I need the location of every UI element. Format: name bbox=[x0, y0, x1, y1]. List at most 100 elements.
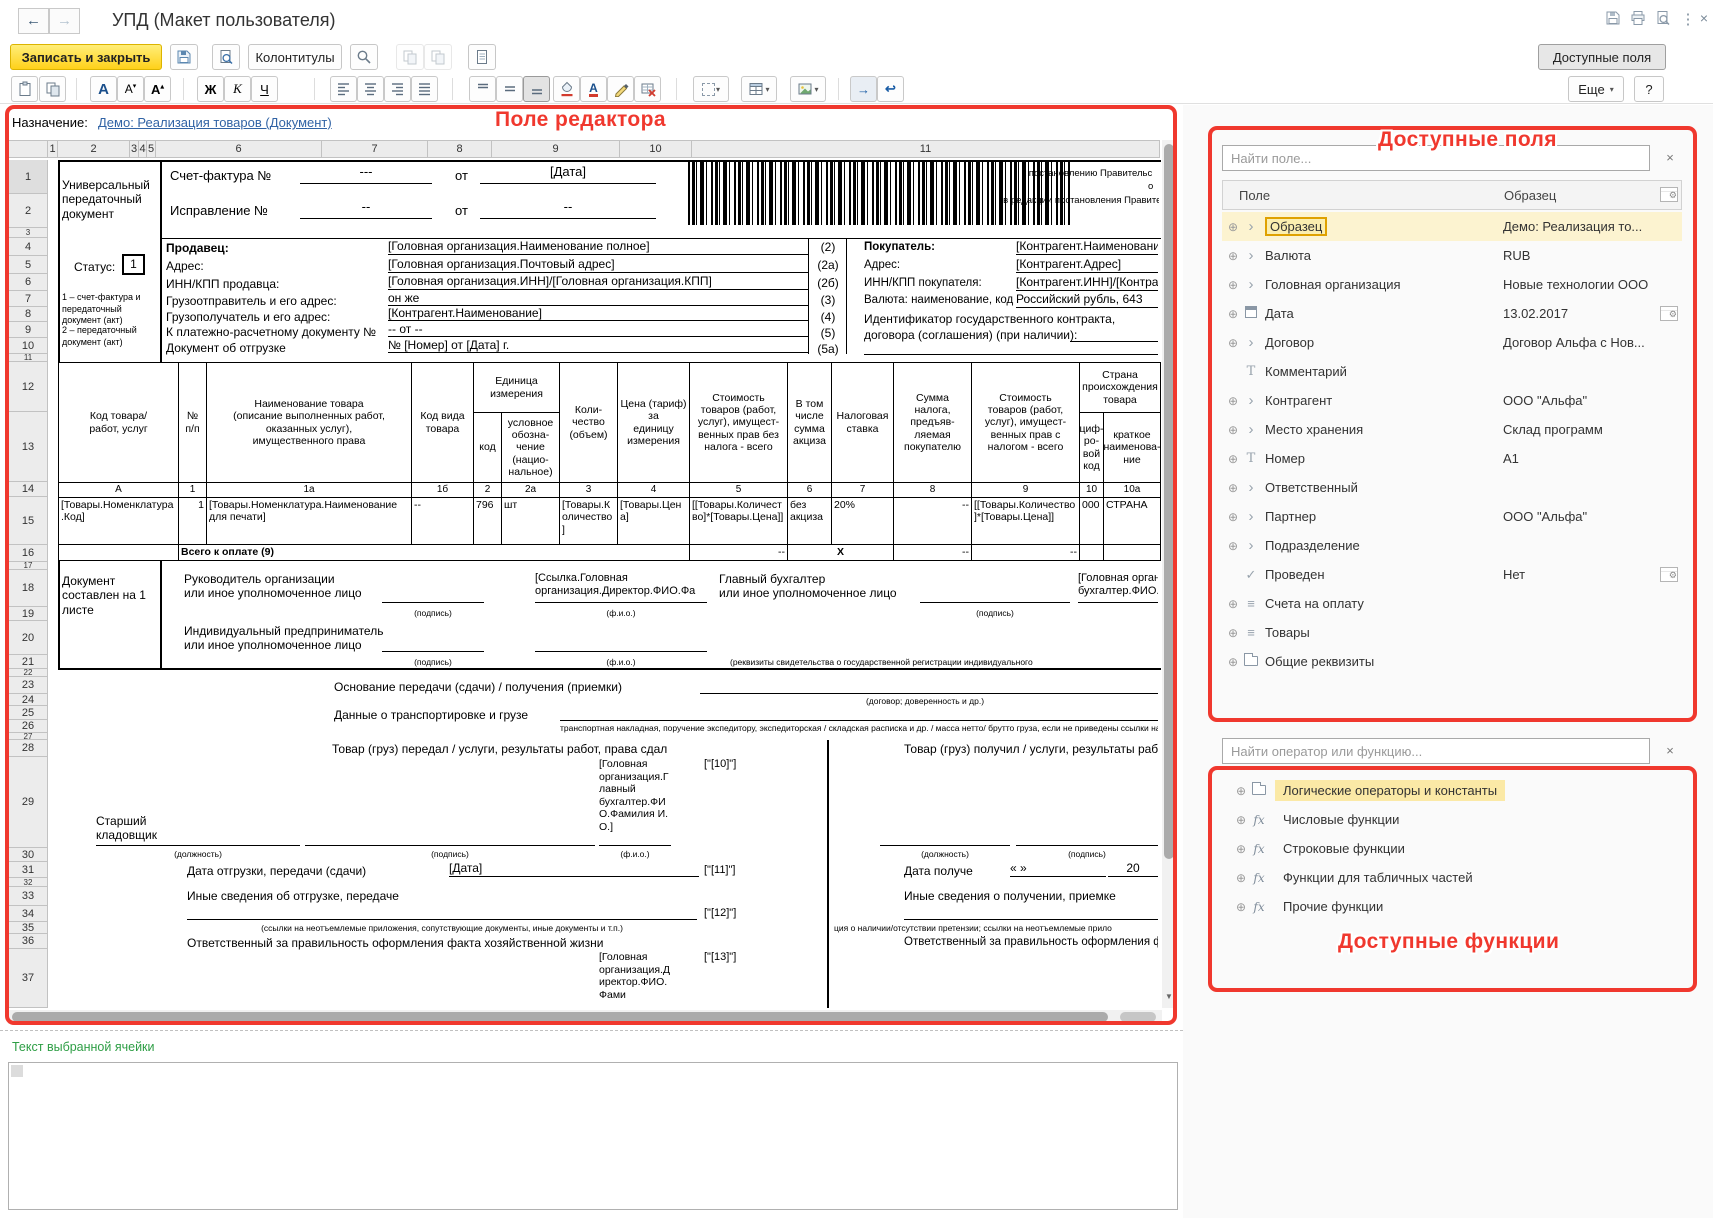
cargo-label[interactable]: Данные о транспортировке и грузе bbox=[334, 708, 528, 722]
expand-icon[interactable]: ⊕ bbox=[1228, 249, 1243, 263]
field-row-14[interactable]: ⊕≡Товары bbox=[1222, 618, 1682, 647]
italic-button[interactable]: К bbox=[224, 76, 251, 102]
fio-hint[interactable]: (ф.и.о.) bbox=[535, 657, 707, 667]
ship-date-value[interactable]: [Дата] bbox=[449, 861, 699, 877]
expand-icon[interactable]: ⊕ bbox=[1228, 452, 1243, 466]
goods-data-cell[interactable]: 20% bbox=[832, 498, 894, 545]
buyer-code[interactable]: (5) bbox=[810, 326, 846, 340]
row-header-27[interactable]: 27 bbox=[8, 733, 48, 740]
buyer-code[interactable]: (2а) bbox=[810, 258, 846, 272]
upd-title-cell[interactable]: Универсальный передаточный документ bbox=[62, 178, 158, 221]
column-header-6[interactable]: 6 bbox=[156, 140, 322, 158]
goods-data-cell[interactable]: [[Товары.Количество]*[Товары.Цена]] bbox=[690, 498, 788, 545]
decree-text-block[interactable]: к постановлению Правительс о (в редакции… bbox=[1000, 162, 1159, 212]
basis-label[interactable]: Основание передачи (сдачи) / получения (… bbox=[334, 680, 622, 694]
goods-data-cell[interactable]: [Товары.Цена] bbox=[618, 498, 690, 545]
available-fields-toggle[interactable]: Доступные поля bbox=[1538, 44, 1666, 70]
text-color-button[interactable]: А bbox=[580, 76, 607, 102]
find-button[interactable] bbox=[350, 44, 378, 70]
clear-search-icon[interactable]: × bbox=[1662, 743, 1678, 759]
buyer-row-label[interactable]: ИНН/КПП покупателя: bbox=[864, 277, 982, 291]
expand-icon[interactable]: ⊕ bbox=[1228, 510, 1243, 524]
window-preview-button[interactable] bbox=[1655, 10, 1677, 30]
code-13[interactable]: ["[13]"] bbox=[704, 951, 736, 964]
goods-data-cell[interactable]: [Товары.Количество] bbox=[560, 498, 618, 545]
seller-row-label[interactable]: Грузополучатель и его адрес: bbox=[166, 310, 330, 324]
save-close-button[interactable]: Записать и закрыть bbox=[10, 44, 162, 70]
row-header-18[interactable]: 18 bbox=[8, 570, 48, 607]
field-row-2[interactable]: ⊕›Головная организацияНовые технологии О… bbox=[1222, 270, 1682, 299]
text-wrap-button[interactable]: ↩ bbox=[877, 76, 904, 102]
goods-index-cell[interactable]: 10а bbox=[1104, 483, 1161, 498]
row-header-37[interactable]: 37 bbox=[8, 949, 48, 1008]
goods-index-cell[interactable]: 4 bbox=[618, 483, 690, 498]
buyer-row-label[interactable]: Валюта: наименование, код bbox=[864, 294, 1013, 308]
fill-color-button[interactable] bbox=[553, 76, 580, 102]
clear-format-button[interactable] bbox=[634, 76, 661, 102]
function-search-input[interactable]: Найти оператор или функцию... bbox=[1222, 738, 1650, 764]
row-header-12[interactable]: 12 bbox=[8, 362, 48, 412]
clear-search-icon[interactable]: × bbox=[1662, 150, 1678, 166]
contract-underline[interactable] bbox=[1070, 326, 1158, 342]
row-header-16[interactable]: 16 bbox=[8, 545, 48, 562]
entrepreneur-sign-cell[interactable] bbox=[382, 624, 484, 652]
goods-data-cell[interactable]: СТРАНА bbox=[1104, 498, 1161, 545]
assignment-link[interactable]: Демо: Реализация товаров (Документ) bbox=[98, 115, 332, 131]
copy-style-button[interactable] bbox=[39, 76, 66, 102]
row-header-7[interactable]: 7 bbox=[8, 291, 48, 307]
forward-button[interactable]: → bbox=[49, 8, 80, 34]
buyer-code[interactable]: (4) bbox=[810, 310, 846, 324]
received-title[interactable]: Товар (груз) получил / услуги, результат… bbox=[904, 742, 1158, 756]
goods-index-cell[interactable]: 2а bbox=[502, 483, 560, 498]
expand-icon[interactable]: ⊕ bbox=[1236, 842, 1251, 856]
goods-data-cell[interactable]: [[Товары.Количество]*[Товары.Цена]] bbox=[972, 498, 1080, 545]
accountant-name-cell[interactable]: [Головная орган бухгалтер.ФИО. bbox=[1078, 572, 1158, 603]
field-row-3[interactable]: ⊕Дата13.02.2017⚙ bbox=[1222, 299, 1682, 328]
row-header-22[interactable]: 22 bbox=[8, 669, 48, 677]
other-ship-underline[interactable] bbox=[187, 905, 697, 920]
goods-header-kind[interactable]: Код вида товара bbox=[412, 363, 474, 483]
code-10[interactable]: ["[10]"] bbox=[704, 758, 736, 771]
goods-index-cell[interactable]: 9 bbox=[972, 483, 1080, 498]
expand-icon[interactable]: ⊕ bbox=[1228, 423, 1243, 437]
other-ship-label[interactable]: Иные сведения об отгрузке, передаче bbox=[187, 889, 399, 903]
valign-center-button[interactable] bbox=[496, 76, 523, 102]
row-header-31[interactable]: 31 bbox=[8, 862, 48, 878]
status-label[interactable]: Статус: bbox=[74, 260, 115, 274]
font-decrease-button[interactable]: А▾ bbox=[117, 76, 144, 102]
goods-data-cell[interactable]: без акциза bbox=[788, 498, 832, 545]
buyer-row-value[interactable]: [Контрагент.ИНН]/[Контрагент.КПП] bbox=[1016, 274, 1158, 291]
resp-recv-label[interactable]: Ответственный за правильность оформления… bbox=[904, 936, 1158, 950]
back-button[interactable]: ← bbox=[18, 8, 49, 34]
other-recv-label[interactable]: Иные сведения о получении, приемке bbox=[904, 889, 1116, 903]
copy-fragment-button[interactable] bbox=[396, 44, 424, 70]
picture-dropdown[interactable]: ▾ bbox=[790, 76, 826, 102]
buyer-row-label[interactable]: Адрес: bbox=[864, 259, 900, 273]
field-row-12[interactable]: ✓ПроведенНет⚙ bbox=[1222, 560, 1682, 589]
field-row-11[interactable]: ⊕›Подразделение bbox=[1222, 531, 1682, 560]
recv-date-label[interactable]: Дата получе bbox=[904, 864, 1004, 878]
row-header-35[interactable]: 35 bbox=[8, 922, 48, 934]
goods-data-cell[interactable]: -- bbox=[412, 498, 474, 545]
handed-title[interactable]: Товар (груз) передал / услуги, результат… bbox=[332, 742, 667, 756]
scroll-down-icon[interactable]: ▼ bbox=[1165, 992, 1173, 1001]
seller-row-value[interactable]: [Контрагент.Наименование] bbox=[388, 307, 808, 321]
column-header-1[interactable]: 1 bbox=[48, 140, 58, 158]
goods-data-cell[interactable]: [Товары.Номенклатура.Наименование для пе… bbox=[207, 498, 412, 545]
invoice-label[interactable]: Счет-фактура № bbox=[170, 168, 271, 184]
row-header-29[interactable]: 29 bbox=[8, 757, 48, 848]
goods-index-cell[interactable]: 3 bbox=[560, 483, 618, 498]
received-position-cell[interactable] bbox=[880, 810, 1010, 846]
requisites-hint[interactable]: (реквизиты свидетельства о государственн… bbox=[730, 657, 1158, 667]
expand-icon[interactable]: ⊕ bbox=[1236, 900, 1251, 914]
seller-row-label[interactable]: Документ об отгрузке bbox=[166, 341, 286, 355]
column-header-9[interactable]: 9 bbox=[492, 140, 620, 158]
expand-icon[interactable]: ⊕ bbox=[1236, 871, 1251, 885]
goods-index-cell[interactable]: 2 bbox=[474, 483, 502, 498]
made-on-cell[interactable]: Документ составлен на 1 листе bbox=[62, 574, 160, 617]
correction-date[interactable]: -- bbox=[480, 199, 656, 219]
row-header-10[interactable]: 10 bbox=[8, 338, 48, 354]
claims-hint[interactable]: ция о наличии/отсутствии претензии; ссыл… bbox=[834, 923, 1158, 933]
goods-index-cell[interactable]: 10 bbox=[1080, 483, 1104, 498]
code-11[interactable]: ["[11]"] bbox=[704, 864, 735, 877]
